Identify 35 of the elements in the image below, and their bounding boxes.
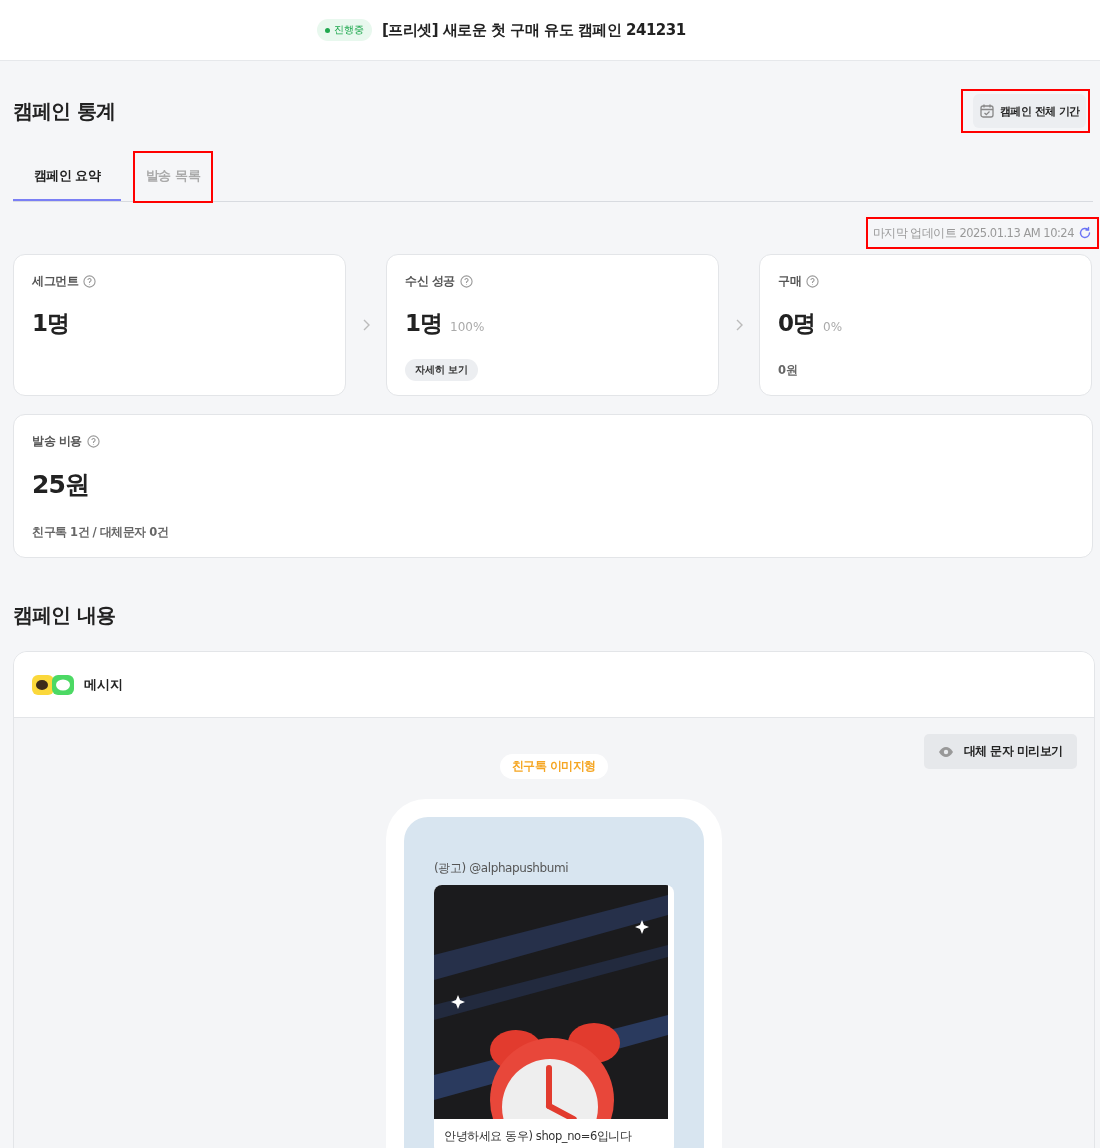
chevron-right-icon xyxy=(361,318,371,332)
period-button[interactable]: 캠페인 전체 기간 xyxy=(972,94,1086,128)
eye-icon xyxy=(937,745,954,758)
stat-label: 구매 xyxy=(778,273,801,290)
help-icon[interactable] xyxy=(86,435,100,448)
refresh-icon[interactable] xyxy=(1078,226,1092,240)
stat-label: 발송 비용 xyxy=(32,433,82,450)
stat-subtext: 0원 xyxy=(778,363,797,378)
section-title: 캠페인 내용 xyxy=(13,602,117,629)
channel-icons xyxy=(32,673,74,696)
tab[interactable]: 캠페인 요약 xyxy=(13,153,121,201)
message-title: 메시지 xyxy=(84,675,123,694)
help-icon[interactable] xyxy=(459,275,473,288)
stat-percent: 0% xyxy=(823,320,843,334)
detail-button[interactable]: 자세히 보기 xyxy=(405,359,479,381)
preview-button[interactable]: 대체 문자 미리보기 xyxy=(923,734,1077,769)
stat-value: 25원 xyxy=(32,469,89,501)
last-update-text: 마지막 업데이트 2025.01.13 AM 10:24 xyxy=(872,225,1074,241)
message-type-badge: 친구톡 이미지형 xyxy=(500,754,608,779)
stat-percent: 100% xyxy=(450,320,485,334)
message-text: 안녕하세요 동우) shop_no=6입니다 xyxy=(443,1128,633,1145)
campaign-title: [프리셋] 새로운 첫 구매 유도 캠페인 241231 xyxy=(382,20,686,40)
stat-label: 수신 성공 xyxy=(405,273,455,290)
section-title: 캠페인 통계 xyxy=(13,97,116,125)
stat-label: 세그먼트 xyxy=(32,273,78,290)
sender-label: (광고) @alphapushbumi xyxy=(434,861,569,875)
help-icon[interactable] xyxy=(806,275,819,288)
chevron-right-icon xyxy=(734,318,744,332)
stat-subtext: 친구톡 1건 / 대체문자 0건 xyxy=(32,525,169,540)
stat-value: 1명 xyxy=(32,309,69,338)
stat-value: 1명 xyxy=(405,309,442,338)
status-badge: 진행중 xyxy=(317,19,372,41)
stat-value: 0명 xyxy=(778,309,815,338)
help-icon[interactable] xyxy=(83,275,96,288)
calendar-icon xyxy=(978,103,995,119)
